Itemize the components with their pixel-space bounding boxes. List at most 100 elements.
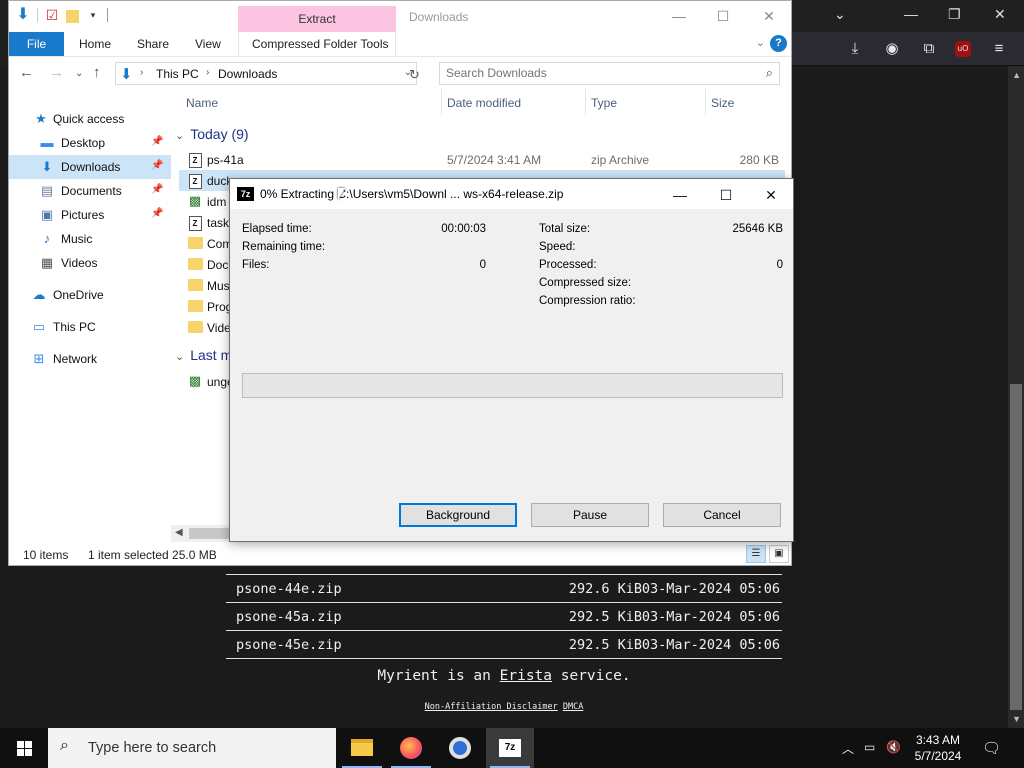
breadcrumb-chevron-icon[interactable]: › bbox=[140, 67, 143, 78]
sidebar-item-pictures[interactable]: ▣ Pictures 📌 bbox=[9, 203, 171, 227]
download-arrow-icon: ⬇ bbox=[120, 66, 133, 83]
file-link[interactable]: psone-44e.zip bbox=[236, 581, 342, 597]
tab-home[interactable]: Home bbox=[79, 37, 111, 51]
search-input[interactable] bbox=[446, 66, 746, 80]
group-header-today[interactable]: ⌄ Today (9) bbox=[175, 126, 249, 142]
breadcrumb-this-pc[interactable]: This PC bbox=[156, 67, 199, 81]
back-arrow-icon[interactable]: ← bbox=[19, 64, 34, 81]
file-explorer-taskbar-button[interactable] bbox=[338, 728, 386, 768]
sidebar-item-quick-access[interactable]: ★ Quick access bbox=[9, 107, 171, 131]
file-link[interactable]: psone-45a.zip bbox=[236, 609, 342, 625]
page-scrollbar-thumb[interactable] bbox=[1010, 384, 1022, 710]
large-icons-view-icon[interactable]: ▣ bbox=[769, 545, 789, 563]
dmca-link[interactable]: DMCA bbox=[563, 702, 583, 712]
minimize-icon[interactable]: — bbox=[658, 184, 702, 206]
browser-titlebar: ⌄ — ❐ ✕ bbox=[792, 0, 1024, 32]
menu-icon[interactable]: ≡ bbox=[990, 40, 1008, 58]
7zip-taskbar-button[interactable]: 7z bbox=[486, 728, 534, 768]
address-bar[interactable]: ⬇ › This PC › Downloads ⌄ bbox=[115, 62, 417, 85]
scroll-down-icon[interactable]: ▼ bbox=[1012, 714, 1021, 724]
download-arrow-icon[interactable]: ⬇ bbox=[15, 6, 31, 24]
ublock-icon[interactable]: uO bbox=[955, 41, 971, 57]
installer-icon: ▩ bbox=[188, 373, 202, 388]
refresh-icon[interactable]: ↻ bbox=[409, 67, 420, 83]
file-explorer-icon bbox=[351, 739, 373, 756]
column-divider[interactable] bbox=[441, 89, 442, 115]
search-box[interactable]: ⌕ bbox=[439, 62, 780, 85]
customize-qat-chevron-icon[interactable]: ▾ bbox=[85, 6, 101, 24]
footer-links: Non-Affiliation Disclaimer DMCA bbox=[226, 702, 782, 712]
pause-button[interactable]: Pause bbox=[531, 503, 649, 527]
chrome-icon bbox=[449, 737, 471, 759]
sidebar-item-label: Network bbox=[53, 352, 98, 366]
remaining-time-label: Remaining time: bbox=[242, 241, 326, 253]
up-arrow-icon[interactable]: ↑ bbox=[93, 64, 101, 81]
tab-share[interactable]: Share bbox=[137, 37, 169, 51]
account-icon[interactable]: ◉ bbox=[883, 40, 901, 58]
processed-value: 0 bbox=[776, 259, 783, 271]
properties-check-icon[interactable]: ☑ bbox=[44, 6, 60, 24]
help-icon[interactable]: ? bbox=[770, 35, 787, 52]
scroll-left-icon[interactable]: ◀ bbox=[175, 527, 183, 538]
forward-arrow-icon[interactable]: → bbox=[49, 64, 64, 81]
firefox-taskbar-button[interactable] bbox=[387, 728, 435, 768]
close-icon[interactable]: ✕ bbox=[749, 184, 793, 206]
sidebar-item-this-pc[interactable]: ▭ This PC bbox=[9, 315, 171, 339]
minimize-icon[interactable]: — bbox=[904, 6, 918, 22]
extensions-icon[interactable]: ⧉ bbox=[920, 40, 938, 58]
system-clock[interactable]: 3:43 AM 5/7/2024 bbox=[910, 732, 966, 764]
show-hidden-icons-chevron-icon[interactable]: ︿ bbox=[842, 740, 854, 757]
restore-icon[interactable]: ❐ bbox=[948, 6, 961, 23]
chrome-taskbar-button[interactable] bbox=[436, 728, 484, 768]
minimize-icon[interactable]: — bbox=[659, 5, 699, 27]
scroll-up-icon[interactable]: ▲ bbox=[1012, 70, 1021, 80]
sidebar-item-music[interactable]: ♪ Music bbox=[9, 227, 171, 251]
elapsed-time-label: Elapsed time: bbox=[242, 223, 312, 235]
column-date-modified[interactable]: Date modified bbox=[447, 96, 521, 110]
tab-compressed-folder-tools[interactable]: Compressed Folder Tools bbox=[252, 37, 389, 51]
file-link[interactable]: psone-45e.zip bbox=[236, 637, 342, 653]
tab-view[interactable]: View bbox=[195, 37, 221, 51]
address-row: ← → ⌄ ↑ ⬇ › This PC › Downloads ⌄ ↻ ⌕ bbox=[9, 58, 791, 88]
column-name[interactable]: Name bbox=[186, 96, 218, 110]
breadcrumb-downloads[interactable]: Downloads bbox=[218, 67, 277, 81]
erista-link[interactable]: Erista bbox=[500, 668, 552, 684]
close-icon[interactable]: ✕ bbox=[749, 5, 789, 27]
close-icon[interactable]: ✕ bbox=[994, 6, 1006, 23]
breadcrumb-chevron-icon[interactable]: › bbox=[206, 67, 209, 78]
expand-ribbon-chevron-icon[interactable]: ⌄ bbox=[756, 36, 765, 49]
network-icon: ⊞ bbox=[33, 351, 45, 366]
column-divider[interactable] bbox=[705, 89, 706, 115]
sidebar-item-network[interactable]: ⊞ Network bbox=[9, 347, 171, 371]
sidebar-item-documents[interactable]: ▤ Documents 📌 bbox=[9, 179, 171, 203]
column-divider[interactable] bbox=[585, 89, 586, 115]
group-header-last[interactable]: ⌄ Last m bbox=[175, 347, 232, 363]
taskbar-search[interactable]: ⌕ Type here to search bbox=[48, 728, 336, 768]
new-folder-icon[interactable] bbox=[66, 9, 79, 23]
tab-file[interactable]: File bbox=[9, 32, 64, 56]
sidebar-item-videos[interactable]: ▦ Videos bbox=[9, 251, 171, 275]
column-type[interactable]: Type bbox=[591, 96, 617, 110]
maximize-icon[interactable]: ☐ bbox=[704, 184, 748, 206]
volume-muted-icon[interactable]: 🔇 bbox=[886, 740, 901, 754]
downloads-icon[interactable]: ⤓ bbox=[846, 40, 864, 58]
background-button[interactable]: Background bbox=[399, 503, 517, 527]
recent-locations-chevron-icon[interactable]: ⌄ bbox=[75, 68, 83, 79]
clock-date: 5/7/2024 bbox=[914, 749, 962, 763]
notification-center-icon[interactable]: 🗨 bbox=[982, 739, 1001, 757]
column-size[interactable]: Size bbox=[711, 96, 734, 110]
tab-list-chevron-icon[interactable]: ⌄ bbox=[834, 6, 846, 23]
maximize-icon[interactable]: ☐ bbox=[703, 5, 743, 27]
start-button[interactable] bbox=[0, 728, 48, 768]
list-item[interactable]: Z ps-41a 5/7/2024 3:41 AM zip Archive 28… bbox=[179, 149, 785, 170]
sidebar-item-downloads[interactable]: ⬇ Downloads 📌 bbox=[9, 155, 171, 179]
taskbar-search-placeholder: Type here to search bbox=[88, 740, 217, 756]
firefox-icon bbox=[400, 737, 422, 759]
search-icon[interactable]: ⌕ bbox=[766, 65, 773, 81]
cancel-button[interactable]: Cancel bbox=[663, 503, 781, 527]
network-status-icon[interactable]: ▭ bbox=[864, 740, 875, 754]
details-view-icon[interactable]: ☰ bbox=[746, 545, 766, 563]
disclaimer-link[interactable]: Non-Affiliation Disclaimer bbox=[425, 702, 558, 712]
sidebar-item-desktop[interactable]: ▬ Desktop 📌 bbox=[9, 131, 171, 155]
sidebar-item-onedrive[interactable]: ☁ OneDrive bbox=[9, 283, 171, 307]
